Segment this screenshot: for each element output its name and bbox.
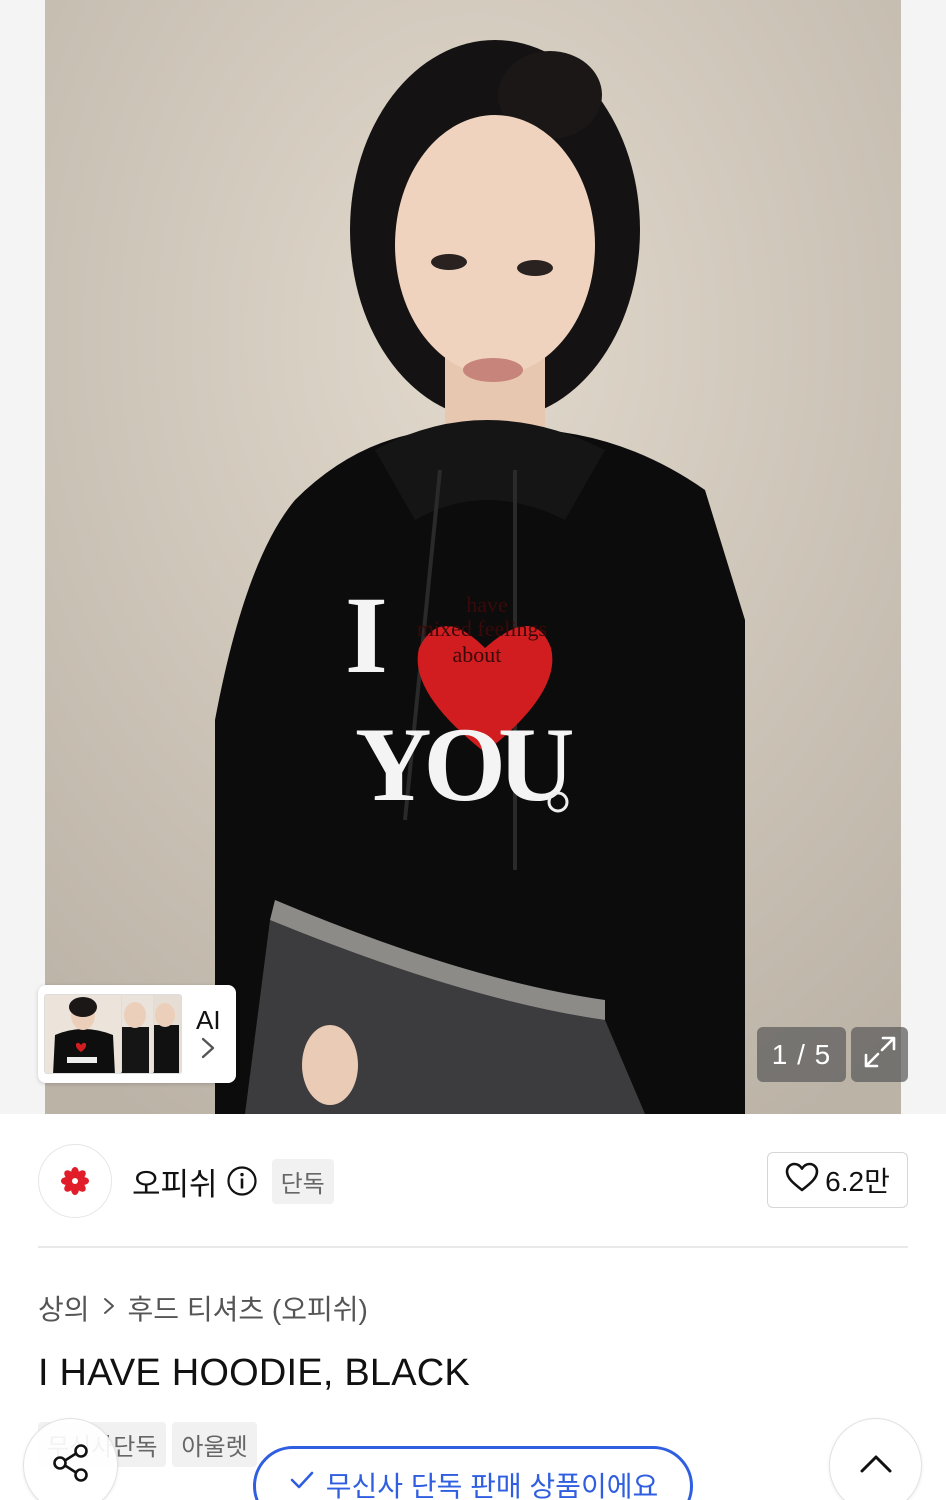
ai-label: AI (196, 1005, 221, 1035)
image-counter: 1 / 5 (757, 1027, 846, 1082)
share-icon (49, 1441, 93, 1490)
divider (38, 1246, 908, 1248)
expand-image-button[interactable] (851, 1027, 908, 1082)
brand-name[interactable]: 오피쉬 (132, 1159, 218, 1204)
product-image-gallery[interactable]: I have mixed feelings about YOU AI 1 / 5 (0, 0, 946, 1114)
product-photo[interactable]: I have mixed feelings about YOU (45, 0, 901, 1114)
print-letter-i: I (345, 574, 388, 696)
model-illustration: I have mixed feelings about YOU (45, 0, 901, 1114)
breadcrumb-item-subcategory[interactable]: 후드 티셔츠 (오피쉬) (128, 1288, 368, 1328)
thumbnail-stack (44, 991, 184, 1077)
exclusive-badge: 단독 (271, 1158, 334, 1204)
exclusive-sale-banner[interactable]: 무신사 단독 판매 상품이에요 (253, 1446, 693, 1500)
ai-link[interactable]: AI (196, 1005, 221, 1063)
expand-icon (862, 1034, 898, 1075)
tag-outlet: 아울렛 (172, 1422, 257, 1467)
chevron-right-icon (102, 1293, 116, 1324)
like-count: 6.2만 (825, 1166, 890, 1197)
print-heart-line3: about (453, 642, 502, 667)
print-heart-line1: have (466, 592, 508, 617)
exclusive-sale-label: 무신사 단독 판매 상품이에요 (325, 1471, 659, 1500)
info-icon[interactable] (226, 1165, 258, 1197)
print-heart-line2: mixed feelings (417, 616, 547, 641)
check-icon (288, 1465, 316, 1500)
ai-thumbnail-card[interactable]: AI (38, 985, 236, 1083)
breadcrumb: 상의 후드 티셔츠 (오피쉬) (38, 1288, 368, 1328)
print-you: YOU (355, 706, 572, 823)
product-title: I HAVE HOODIE, BLACK (38, 1352, 470, 1394)
breadcrumb-item-category[interactable]: 상의 (38, 1288, 90, 1328)
brand-flower-icon (61, 1167, 89, 1195)
like-button[interactable]: 6.2만 (767, 1152, 908, 1208)
brand-row: 오피쉬 단독 6.2만 (38, 1144, 908, 1218)
chevron-up-icon (858, 1451, 894, 1480)
heart-icon (785, 1162, 819, 1199)
chevron-right-icon (200, 1037, 216, 1063)
thumbnail-1 (44, 994, 122, 1074)
brand-logo[interactable] (38, 1144, 112, 1218)
scroll-to-top-button[interactable] (829, 1418, 922, 1500)
